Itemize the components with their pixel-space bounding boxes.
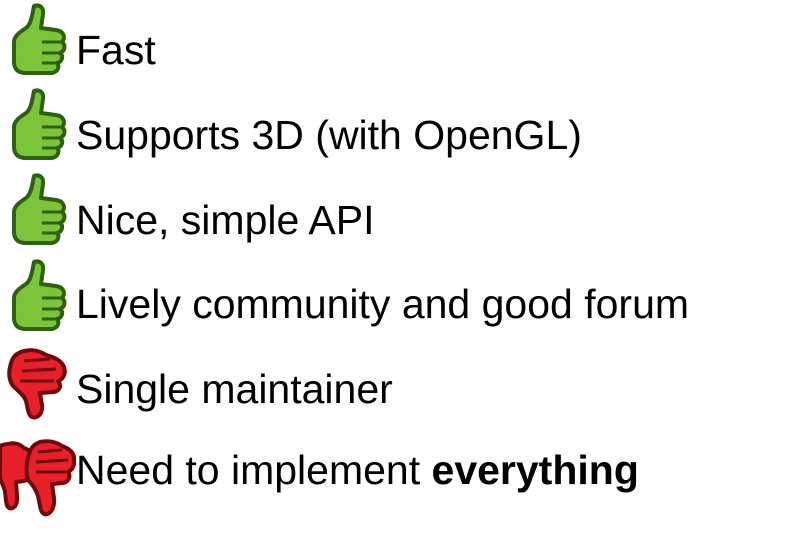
double-thumbs-down-icon [0, 439, 76, 517]
thumbs-up-icon [12, 3, 67, 75]
list-item-text: Single maintainer [76, 366, 393, 412]
list-item-pro: Supports 3D (with OpenGL) [0, 87, 792, 167]
list-item-pro: Nice, simple API [0, 172, 792, 252]
list-item-text-emphasis: everything [431, 447, 639, 493]
thumbs-up-icon [12, 88, 67, 160]
list-item-text: Fast [76, 27, 156, 73]
list-item-pro: Lively community and good forum [0, 258, 792, 338]
thumbs-down-icon [7, 348, 67, 420]
pros-cons-list: Fast Supports 3D (with OpenGL) Nice, sim… [0, 0, 792, 533]
list-item-pro: Fast [0, 2, 792, 82]
list-item-text: Supports 3D (with OpenGL) [76, 112, 582, 158]
thumbs-up-icon [12, 173, 67, 245]
list-item-text-regular: Need to implement [76, 447, 432, 493]
thumbs-up-icon [12, 259, 67, 331]
list-item-text: Need to implement everything [76, 446, 639, 494]
list-item-text: Nice, simple API [76, 197, 375, 243]
list-item-text: Lively community and good forum [76, 281, 690, 327]
list-item-con: Single maintainer [0, 345, 792, 425]
list-item-con: Need to implement everything [0, 436, 792, 517]
